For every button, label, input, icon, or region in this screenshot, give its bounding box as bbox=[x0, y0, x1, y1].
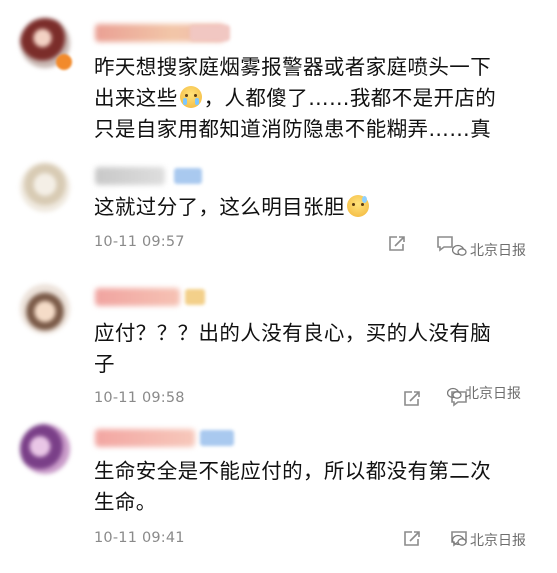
watermark: 北京日报 bbox=[447, 383, 521, 403]
user-badge bbox=[200, 430, 234, 446]
comment-text: 应付？？？出的人没有良心，买的人没有脑 子 bbox=[94, 318, 519, 380]
user-badge bbox=[190, 25, 230, 41]
avatar[interactable] bbox=[20, 284, 70, 334]
comment-text-line: 昨天想搜家庭烟雾报警器或者家庭喷头一下 bbox=[94, 55, 492, 79]
watermark-text: 北京日报 bbox=[470, 243, 526, 259]
sweat-face-emoji-icon bbox=[346, 195, 369, 217]
comment-text-line: 只是自家用都知道消防隐患不能糊弄……真 bbox=[94, 117, 492, 141]
comment-text-line: 子 bbox=[94, 352, 115, 376]
comment-text-line: 这就过分了，这么明目张胆 bbox=[94, 195, 345, 219]
timestamp: 10-11 09:41 bbox=[94, 530, 185, 546]
comment-text-fragment: ，人都傻了……我都不是开店的 bbox=[203, 86, 497, 110]
wechat-logo-icon bbox=[447, 387, 462, 399]
share-icon[interactable] bbox=[388, 235, 406, 252]
watermark: 北京日报 bbox=[452, 530, 526, 550]
watermark-text: 北京日报 bbox=[470, 533, 526, 549]
username[interactable] bbox=[95, 167, 165, 185]
timestamp: 10-11 09:57 bbox=[94, 234, 185, 250]
comment-text-line: 生命。 bbox=[94, 490, 157, 514]
share-icon[interactable] bbox=[403, 390, 421, 407]
wechat-logo-icon bbox=[452, 534, 467, 546]
comment-1: 昨天想搜家庭烟雾报警器或者家庭喷头一下 出来这些 ，人都傻了……我都不是开店的 只… bbox=[0, 0, 557, 150]
comment-text-fragment: 出来这些 bbox=[94, 86, 178, 110]
watermark-text: 北京日报 bbox=[465, 386, 521, 402]
comment-4: 生命安全是不能应付的，所以都没有第二次 生命。 10-11 09:41 北京日报 bbox=[0, 412, 557, 573]
watermark: 北京日报 bbox=[452, 240, 526, 260]
user-badge bbox=[174, 168, 202, 184]
user-badge bbox=[185, 289, 205, 305]
share-icon[interactable] bbox=[403, 530, 421, 547]
comment-text: 这就过分了，这么明目张胆 bbox=[94, 192, 519, 223]
comment-text: 昨天想搜家庭烟雾报警器或者家庭喷头一下 出来这些 ，人都傻了……我都不是开店的 只… bbox=[94, 52, 519, 145]
username[interactable] bbox=[95, 429, 195, 447]
wechat-logo-icon bbox=[452, 244, 467, 256]
comment-3: 应付？？？出的人没有良心，买的人没有脑 子 10-11 09:58 北京日报 bbox=[0, 270, 557, 410]
comment-text: 生命安全是不能应付的，所以都没有第二次 生命。 bbox=[94, 456, 519, 518]
avatar[interactable] bbox=[20, 162, 70, 212]
username[interactable] bbox=[95, 288, 180, 306]
crying-face-emoji-icon bbox=[179, 86, 202, 108]
timestamp: 10-11 09:58 bbox=[94, 390, 185, 406]
comment-2: 这就过分了，这么明目张胆 10-11 09:57 北京日报 bbox=[0, 150, 557, 265]
comment-text-line: 应付？？？出的人没有良心，买的人没有脑 bbox=[94, 321, 492, 345]
comment-text-line: 生命安全是不能应付的，所以都没有第二次 bbox=[94, 459, 492, 483]
avatar[interactable] bbox=[20, 424, 70, 474]
avatar-badge-icon bbox=[56, 54, 72, 70]
comment-text-line: 出来这些 ，人都傻了……我都不是开店的 bbox=[94, 83, 519, 114]
